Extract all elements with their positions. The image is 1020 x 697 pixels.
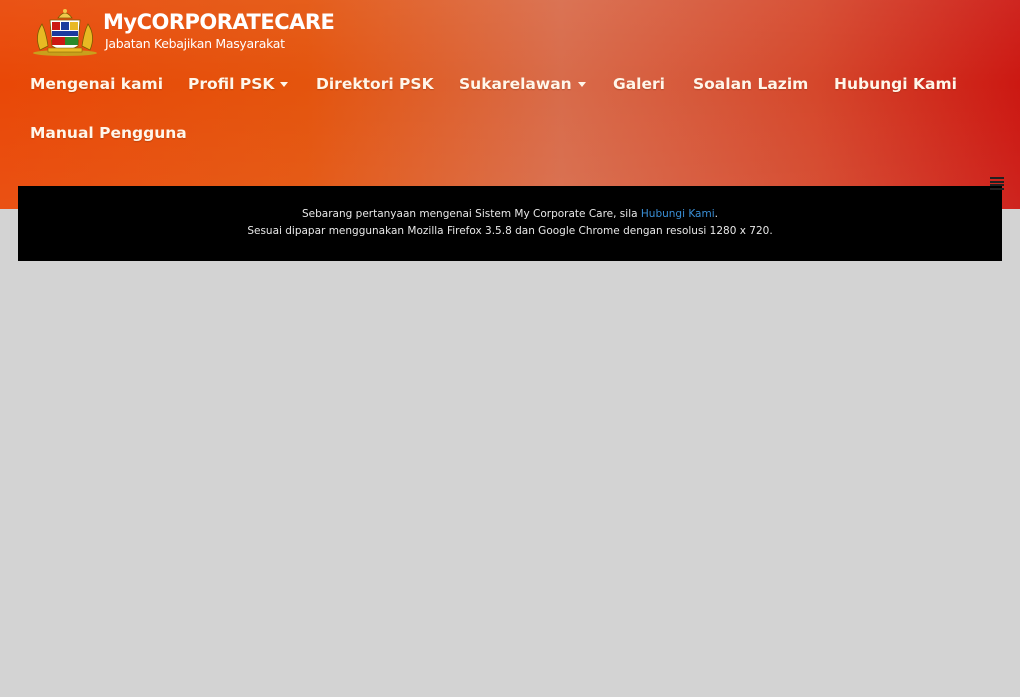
nav-item-hubungi-kami[interactable]: Hubungi Kami [834, 75, 957, 93]
malaysia-coat-of-arms-icon [33, 9, 97, 56]
nav-label: Manual Pengguna [30, 124, 187, 142]
footer-contact-line: Sebarang pertanyaan mengenai Sistem My C… [18, 208, 1002, 220]
nav-label: Sukarelawan [459, 75, 572, 93]
nav-item-soalan-lazim[interactable]: Soalan Lazim [693, 75, 808, 93]
nav-item-profil-psk[interactable]: Profil PSK [188, 75, 289, 93]
footer: Sebarang pertanyaan mengenai Sistem My C… [18, 186, 1002, 261]
nav-item-sukarelawan[interactable]: Sukarelawan [459, 75, 586, 93]
footer-contact-text: Sebarang pertanyaan mengenai Sistem My C… [302, 208, 641, 220]
nav-label: Mengenai kami [30, 75, 164, 93]
nav-item-mengenai-kami[interactable]: Mengenai kami [30, 75, 163, 93]
nav-label: Profil PSK [188, 75, 275, 93]
logo-title: MyCORPORATECARE [103, 10, 335, 34]
nav-item-direktori-psk[interactable]: Direktori PSK [316, 75, 434, 93]
nav-label: Galeri [613, 75, 665, 93]
nav-label: Soalan Lazim [693, 75, 809, 93]
nav-label: Hubungi Kami [834, 75, 957, 93]
footer-contact-link[interactable]: Hubungi Kami [641, 208, 715, 220]
logo-subtitle: Jabatan Kebajikan Masyarakat [105, 36, 285, 51]
chevron-down-icon [280, 82, 289, 87]
footer-browser-note: Sesuai dipapar menggunakan Mozilla Firef… [247, 225, 773, 237]
menu-toggle-icon[interactable] [990, 177, 1004, 190]
nav-item-galeri[interactable]: Galeri [613, 75, 665, 93]
footer-contact-suffix: . [714, 208, 718, 220]
chevron-down-icon [577, 82, 586, 87]
site-logo[interactable]: MyCORPORATECARE Jabatan Kebajikan Masyar… [30, 6, 335, 56]
site-header: MyCORPORATECARE Jabatan Kebajikan Masyar… [0, 0, 1020, 209]
nav-item-manual-pengguna[interactable]: Manual Pengguna [30, 124, 187, 142]
nav-label: Direktori PSK [316, 75, 434, 93]
